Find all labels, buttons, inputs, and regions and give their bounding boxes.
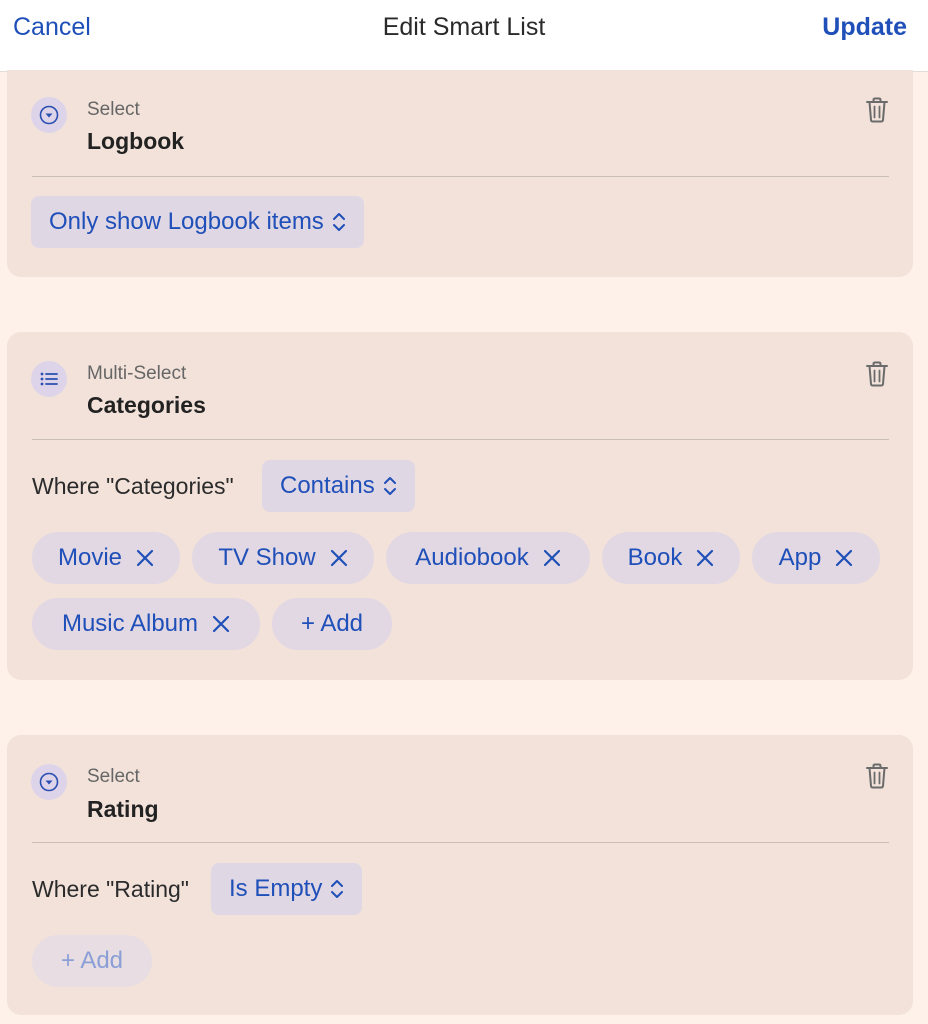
chip-label: Movie (57, 544, 123, 571)
where-label: Where "Rating" (32, 876, 189, 902)
nav-header: Cancel Edit Smart List Update (0, 0, 928, 72)
close-icon[interactable] (543, 549, 561, 567)
close-icon[interactable] (212, 615, 230, 633)
filter-card-rating: Select Rating Where "Rating" Is Empty + … (7, 735, 913, 1015)
add-label: + Add (60, 947, 124, 974)
filter-card-categories: Multi-Select Categories Where "Categorie… (7, 332, 913, 680)
chevron-up-down-icon (330, 879, 344, 899)
page-title: Edit Smart List (382, 13, 546, 41)
chip-label: Music Album (61, 610, 199, 637)
close-icon[interactable] (330, 549, 348, 567)
update-button[interactable]: Update (822, 13, 907, 42)
chevron-up-down-icon (332, 212, 346, 232)
filter-field-name: Logbook (87, 128, 185, 154)
chip-label: Audiobook (415, 544, 529, 571)
where-label: Where "Categories" (32, 473, 234, 499)
logbook-option-select[interactable]: Only show Logbook items (31, 196, 364, 248)
list-icon (31, 361, 67, 397)
category-chip[interactable]: App (752, 532, 880, 584)
filter-type-label: Select (87, 766, 140, 787)
category-chip[interactable]: Music Album (32, 598, 260, 650)
chip-label: App (778, 544, 822, 571)
filter-type-label: Select (87, 99, 140, 120)
categories-operator-select[interactable]: Contains (262, 460, 415, 512)
trash-icon[interactable] (865, 361, 889, 387)
divider (32, 842, 889, 843)
operator-label: Contains (280, 472, 375, 499)
chevron-circle-icon (31, 97, 67, 133)
category-chip[interactable]: Audiobook (386, 532, 590, 584)
category-chip[interactable]: Book (602, 532, 740, 584)
category-chip[interactable]: Movie (32, 532, 180, 584)
chip-label: TV Show (218, 544, 316, 571)
close-icon[interactable] (136, 549, 154, 567)
chevron-up-down-icon (383, 476, 397, 496)
filter-field-name: Rating (87, 796, 159, 822)
logbook-option-label: Only show Logbook items (49, 208, 324, 235)
rating-operator-select[interactable]: Is Empty (211, 863, 363, 915)
category-chip[interactable]: TV Show (192, 532, 374, 584)
close-icon[interactable] (696, 549, 714, 567)
chevron-circle-icon (31, 764, 67, 800)
filter-field-name: Categories (87, 392, 206, 418)
add-label: + Add (300, 610, 364, 637)
divider (32, 439, 889, 440)
close-icon[interactable] (835, 549, 853, 567)
operator-label: Is Empty (229, 875, 323, 902)
divider (32, 176, 889, 177)
trash-icon[interactable] (865, 97, 889, 123)
trash-icon[interactable] (865, 763, 889, 789)
filter-type-label: Multi-Select (87, 363, 187, 384)
chip-label: Book (627, 544, 683, 571)
add-category-button[interactable]: + Add (272, 598, 392, 650)
filter-card-logbook: Select Logbook Only show Logbook items (7, 70, 913, 277)
add-rating-button[interactable]: + Add (32, 935, 152, 987)
